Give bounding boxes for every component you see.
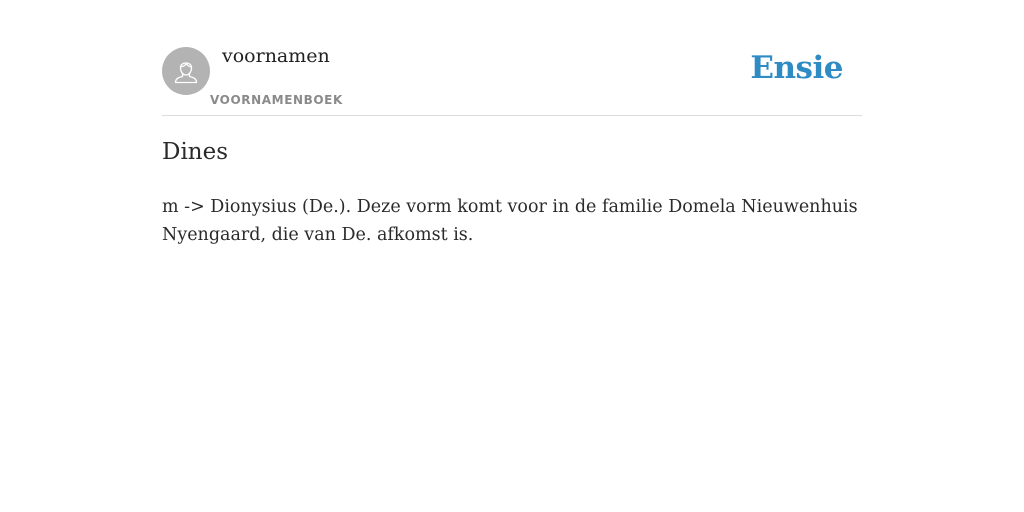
author-name[interactable]: voornamen <box>222 45 330 67</box>
brand-logo[interactable]: Ensie <box>750 50 843 86</box>
user-avatar-icon <box>174 62 198 84</box>
category-label[interactable]: VOORNAMENBOEK <box>210 93 343 107</box>
entry-title: Dines <box>162 139 229 165</box>
entry-definition: m -> Dionysius (De.). Deze vorm komt voo… <box>162 197 858 245</box>
page-container: voornamen VOORNAMENBOEK Ensie Dines m ->… <box>162 0 862 245</box>
entry-header: voornamen VOORNAMENBOEK Ensie <box>162 0 862 116</box>
avatar[interactable] <box>162 47 210 95</box>
